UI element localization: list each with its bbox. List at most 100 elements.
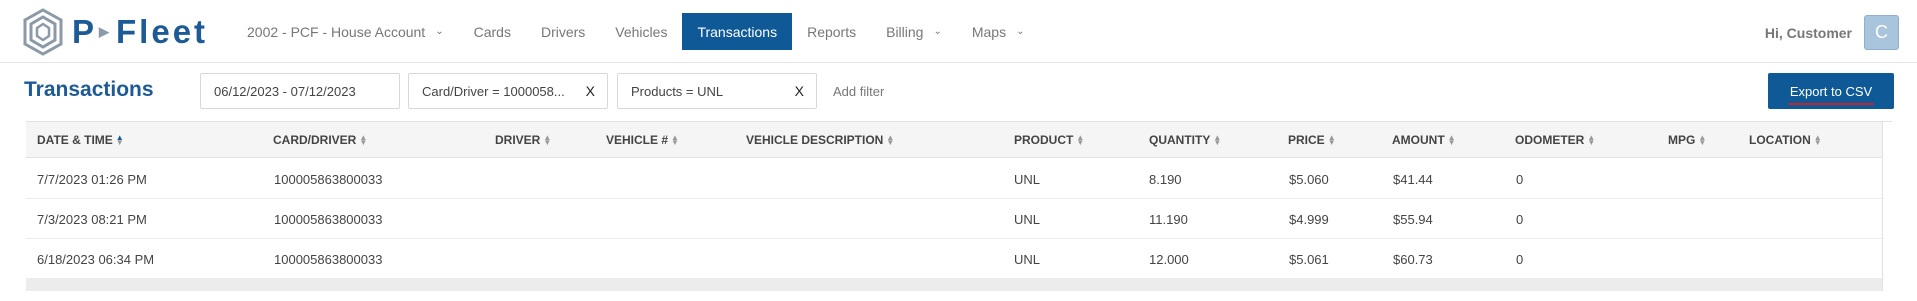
cell-price: $4.999	[1289, 211, 1329, 227]
add-filter-link[interactable]: Add filter	[833, 84, 884, 99]
cell-price: $5.061	[1289, 251, 1329, 267]
column-header-label: VEHICLE DESCRIPTION	[746, 133, 884, 147]
cell-product: UNL	[1014, 211, 1041, 227]
logo-prefix: P	[72, 13, 98, 50]
column-header-label: LOCATION	[1749, 133, 1811, 147]
column-header-product[interactable]: PRODUCT ▲ ▼	[1014, 122, 1084, 158]
logo-arrow-icon: ▶	[99, 24, 113, 39]
cell-date-time: 7/3/2023 08:21 PM	[37, 211, 147, 227]
transactions-table: DATE & TIME ▲ ▼ CARD/DRIVER ▲ ▼ DRIVER ▲ ▼ …	[26, 121, 1892, 301]
table-right-border	[1882, 122, 1883, 291]
sort-icon: ▲ ▼	[886, 133, 895, 147]
export-csv-label: Export to CSV	[1787, 83, 1875, 105]
cell-product: UNL	[1014, 251, 1041, 267]
nav-vehicles[interactable]: Vehicles	[600, 13, 682, 50]
chevron-down-icon: ⌄	[933, 26, 942, 37]
column-header-label: AMOUNT	[1392, 133, 1445, 147]
cell-card-driver: 100005863800033	[274, 211, 383, 227]
nav-reports[interactable]: Reports	[792, 13, 871, 50]
column-header-amount[interactable]: AMOUNT ▲ ▼	[1392, 122, 1456, 158]
top-navbar: P ▶ Fleet 2002 - PCF - House Account ⌄ C…	[0, 0, 1917, 63]
column-header-label: VEHICLE #	[606, 133, 669, 147]
user-menu[interactable]: Hi, Customer C	[1765, 15, 1899, 50]
products-filter-value: Products = UNL	[631, 83, 724, 99]
column-header-price[interactable]: PRICE ▲ ▼	[1288, 122, 1336, 158]
column-header-vehicle-number[interactable]: VEHICLE # ▲ ▼	[606, 122, 679, 158]
nav-maps-label: Maps	[971, 23, 1007, 40]
column-header-label: QUANTITY	[1149, 133, 1211, 147]
export-csv-button[interactable]: Export to CSV	[1768, 73, 1894, 109]
cell-card-driver: 100005863800033	[274, 171, 383, 187]
sort-icon: ▲ ▼	[1327, 133, 1336, 147]
cell-odometer: 0	[1516, 251, 1524, 267]
column-header-driver[interactable]: DRIVER ▲ ▼	[495, 122, 551, 158]
cell-quantity: 8.190	[1149, 171, 1182, 187]
nav-billing-dropdown[interactable]: Billing ⌄	[871, 13, 957, 50]
logo-hexagon-icon	[23, 8, 63, 56]
remove-card-driver-filter-icon[interactable]: X	[586, 83, 595, 99]
remove-products-filter-icon[interactable]: X	[795, 83, 804, 99]
cell-product: UNL	[1014, 171, 1041, 187]
sort-icon: ▲ ▼	[1213, 133, 1222, 147]
nav-drivers[interactable]: Drivers	[526, 13, 600, 50]
sort-icon: ▲ ▼	[671, 133, 679, 147]
column-header-label: DRIVER	[495, 133, 541, 147]
card-driver-filter-value: Card/Driver = 1000058...	[422, 83, 565, 99]
cell-price: $5.060	[1289, 171, 1329, 187]
card-driver-filter[interactable]: Card/Driver = 1000058... X	[408, 73, 608, 109]
cell-odometer: 0	[1516, 171, 1524, 187]
cell-amount: $60.73	[1393, 251, 1433, 267]
sort-icon: ▲ ▼	[1698, 133, 1707, 147]
page-title: Transactions	[24, 78, 154, 101]
column-header-label: DATE & TIME	[37, 133, 113, 147]
column-header-label: ODOMETER	[1515, 133, 1585, 147]
products-filter[interactable]: Products = UNL X	[617, 73, 817, 109]
logo-name: Fleet	[116, 13, 209, 50]
pfleet-logo[interactable]: P ▶ Fleet	[22, 8, 208, 56]
main-nav: 2002 - PCF - House Account ⌄ Cards Drive…	[232, 13, 1039, 50]
cell-amount: $41.44	[1393, 171, 1433, 187]
column-header-location[interactable]: LOCATION ▲ ▼	[1749, 122, 1822, 158]
table-row[interactable]: 6/18/2023 06:34 PM 100005863800033 UNL 1…	[26, 239, 1882, 279]
nav-maps-dropdown[interactable]: Maps ⌄	[957, 13, 1040, 50]
table-row[interactable]: 7/3/2023 08:21 PM 100005863800033 UNL 11…	[26, 199, 1882, 239]
column-header-label: CARD/DRIVER	[273, 133, 357, 147]
sort-icon: ▲ ▼	[1076, 133, 1085, 147]
nav-account-dropdown[interactable]: 2002 - PCF - House Account ⌄	[232, 13, 459, 50]
column-header-odometer[interactable]: ODOMETER ▲ ▼	[1515, 122, 1595, 158]
sort-asc-icon: ▲ ▼	[115, 133, 124, 147]
nav-account-label: 2002 - PCF - House Account	[247, 23, 426, 40]
cell-card-driver: 100005863800033	[274, 251, 383, 267]
column-header-card-driver[interactable]: CARD/DRIVER ▲ ▼	[273, 122, 367, 158]
column-header-label: MPG	[1668, 133, 1696, 147]
column-header-mpg[interactable]: MPG ▲ ▼	[1668, 122, 1706, 158]
table-row[interactable]: 7/7/2023 01:26 PM 100005863800033 UNL 8.…	[26, 159, 1882, 199]
cell-date-time: 6/18/2023 06:34 PM	[37, 251, 155, 267]
column-header-vehicle-description[interactable]: VEHICLE DESCRIPTION ▲ ▼	[746, 122, 894, 158]
avatar[interactable]: C	[1864, 15, 1899, 50]
nav-billing-label: Billing	[886, 23, 924, 40]
sort-icon: ▲ ▼	[1447, 133, 1456, 147]
date-range-value: 06/12/2023 - 07/12/2023	[214, 83, 356, 99]
date-range-filter[interactable]: 06/12/2023 - 07/12/2023	[200, 73, 400, 109]
column-header-date-time[interactable]: DATE & TIME ▲ ▼	[37, 122, 124, 158]
cell-date-time: 7/7/2023 01:26 PM	[37, 171, 147, 187]
table-header: DATE & TIME ▲ ▼ CARD/DRIVER ▲ ▼ DRIVER ▲ ▼ …	[26, 122, 1882, 158]
cell-odometer: 0	[1516, 211, 1524, 227]
user-greeting: Hi, Customer	[1764, 24, 1852, 41]
cell-amount: $55.94	[1393, 211, 1433, 227]
column-header-quantity[interactable]: QUANTITY ▲ ▼	[1149, 122, 1221, 158]
column-header-label: PRODUCT	[1014, 133, 1074, 147]
column-header-label: PRICE	[1288, 133, 1325, 147]
nav-cards[interactable]: Cards	[459, 13, 526, 50]
logo-wordmark: P ▶ Fleet	[72, 13, 208, 51]
cell-quantity: 11.190	[1149, 211, 1188, 227]
sort-icon: ▲ ▼	[543, 133, 552, 147]
horizontal-scrollbar[interactable]	[26, 279, 1882, 291]
chevron-down-icon: ⌄	[435, 26, 444, 37]
sort-icon: ▲ ▼	[359, 133, 368, 147]
nav-transactions[interactable]: Transactions	[682, 13, 793, 50]
chevron-down-icon: ⌄	[1016, 26, 1025, 37]
cell-quantity: 12.000	[1149, 251, 1189, 267]
sort-icon: ▲ ▼	[1587, 133, 1596, 147]
